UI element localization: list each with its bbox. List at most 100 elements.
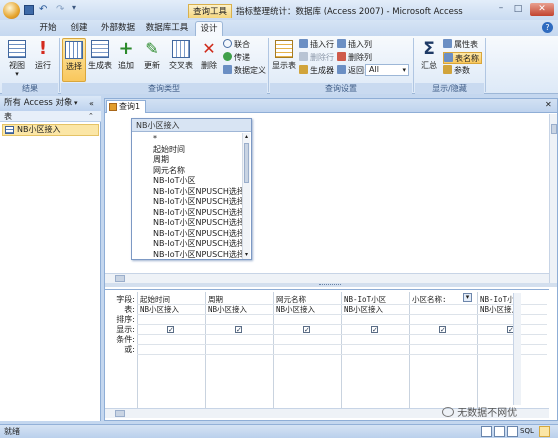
tab-external-data[interactable]: 外部数据 [96,21,140,36]
pivot-table-view-icon[interactable] [494,426,505,437]
tab-home[interactable]: 开始 [33,21,63,36]
close-document-icon[interactable]: ✕ [545,100,552,109]
field-list-item[interactable]: 起始时间 [153,145,185,155]
grid-table-cell[interactable]: NB小区接入 [478,305,514,314]
return-label-group: 返回: [337,65,367,77]
delete-rows-button[interactable]: 删除行 [299,52,334,64]
grid-table-cell[interactable] [410,305,475,314]
show-table-button[interactable]: 显示表 [271,38,297,82]
scroll-thumb[interactable] [244,143,249,183]
office-button[interactable] [3,2,20,19]
maximize-button[interactable]: □ [511,4,525,15]
scroll-thumb[interactable] [115,410,125,417]
grid-field-cell[interactable]: 周期 [206,295,271,304]
select-query-button[interactable]: 选择 [62,38,86,82]
datasheet-view-icon[interactable] [481,426,492,437]
field-list-item[interactable]: 网元名称 [153,166,185,176]
builder-button[interactable]: 生成器 [299,65,334,77]
return-dropdown[interactable]: All ▾ [365,64,409,76]
sql-view-button[interactable]: SQL [520,425,534,438]
show-checkbox[interactable]: ✓ [235,326,242,334]
tab-design[interactable]: 设计 [195,21,223,36]
grid-table-cell[interactable]: NB小区接入 [274,305,339,314]
grid-field-cell[interactable]: NB-IoT小区NPUSCH选 [478,295,514,304]
insert-columns-button[interactable]: 插入列 [337,39,372,51]
nav-pane-header[interactable]: 所有 Access 对象 ▾ « [0,96,101,111]
grid-field-cell[interactable]: NB-IoT小区 [342,295,407,304]
table-field-list[interactable]: NB小区接入 * 起始时间 周期 网元名称 NB-IoT小区 NB-IoT小区NPUSCH… [131,118,252,260]
document-tab[interactable]: 查询1 [106,100,146,113]
show-checkbox[interactable]: ✓ [371,326,378,334]
field-list-item[interactable]: NB-IoT小区NPUSCH选择| [153,229,248,239]
close-button[interactable]: ✕ [530,3,554,16]
scroll-down-icon[interactable]: ▾ [243,251,250,258]
show-checkbox[interactable]: ✓ [167,326,174,334]
insert-rows-button[interactable]: 插入行 [299,39,334,51]
grid-row-divider [137,314,547,315]
design-view-icon[interactable] [539,426,550,437]
quick-access-customize-icon[interactable]: ▾ [72,3,76,12]
totals-button[interactable]: Σ 汇总 [417,38,441,82]
field-dropdown-button[interactable]: ▾ [463,293,472,302]
insert-rows-icon [299,39,308,48]
redo-icon[interactable]: ↷ [56,4,64,15]
collapse-icon[interactable]: ⌃ [88,111,94,122]
field-list-item[interactable]: NB-IoT小区NPUSCH选择| [153,208,248,218]
make-table-label: 生成表 [88,61,112,70]
save-icon[interactable] [24,5,34,15]
field-list-item[interactable]: NB-IoT小区NPUSCH选择| [153,197,248,207]
chevron-down-icon[interactable]: ▾ [74,96,78,111]
delete-columns-button[interactable]: 删除列 [337,52,372,64]
field-list-item[interactable]: * [153,134,157,144]
tab-create[interactable]: 创建 [64,21,94,36]
crosstab-button[interactable]: 交叉表 [166,38,196,82]
nav-item-table[interactable]: NB小区接入 [2,124,99,136]
grid-table-cell[interactable]: NB小区接入 [342,305,407,314]
field-list-item[interactable]: NB-IoT小区NPUSCH选择| [153,250,248,260]
separator [59,38,60,92]
scroll-up-icon[interactable]: ▴ [243,133,250,140]
scroll-thumb[interactable] [115,275,125,282]
field-list-scrollbar[interactable]: ▴ ▾ [242,133,250,259]
upper-vertical-scrollbar[interactable] [549,114,557,287]
field-list-item[interactable]: NB-IoT小区NPUSCH选择| [153,239,248,249]
show-checkbox[interactable]: ✓ [303,326,310,334]
append-button[interactable]: + 追加 [114,38,138,82]
grid-table-cell[interactable]: NB小区接入 [138,305,203,314]
pane-splitter[interactable] [105,283,557,287]
field-list-item[interactable]: NB-IoT小区NPUSCH选择| [153,218,248,228]
union-button[interactable]: 联合 [223,39,250,51]
minimize-button[interactable]: – [494,4,508,15]
grid-field-cell[interactable]: 网元名称 [274,295,339,304]
field-list-item[interactable]: NB-IoT小区 [153,176,196,186]
undo-icon[interactable]: ↶ [39,4,47,15]
shutter-bar-close-icon[interactable]: « [89,96,94,111]
help-icon[interactable]: ? [542,22,553,33]
make-table-button[interactable]: 生成表 [88,38,112,82]
upper-horizontal-scrollbar[interactable] [105,273,549,283]
grid-field-cell[interactable]: 起始时间 [138,295,203,304]
exclamation-icon: ! [38,38,48,59]
pivot-chart-view-icon[interactable] [507,426,518,437]
nav-group-tables[interactable]: 表 ⌃ [0,111,101,122]
property-sheet-button[interactable]: 属性表 [443,39,478,51]
grid-table-cell[interactable]: NB小区接入 [206,305,271,314]
table-names-button[interactable]: 表名称 [443,52,482,64]
pass-through-button[interactable]: 传递 [223,52,250,64]
parameters-button[interactable]: 参数 [443,65,470,77]
update-button[interactable]: ✎ 更新 [140,38,164,82]
run-button[interactable]: ! 运行 [31,38,55,82]
show-checkbox[interactable]: ✓ [439,326,446,334]
view-button[interactable]: 视图 ▾ [5,38,29,82]
data-definition-label: 数据定义 [234,66,266,75]
tab-database-tools[interactable]: 数据库工具 [142,21,192,36]
insert-columns-icon [337,39,346,48]
scroll-thumb[interactable] [551,124,557,134]
delete-query-button[interactable]: ✕ 删除 [197,38,221,82]
grid-vertical-scrollbar[interactable] [513,293,521,405]
data-definition-button[interactable]: 数据定义 [223,65,266,77]
field-list-item[interactable]: NB-IoT小区NPUSCH选择| [153,187,248,197]
field-list-item[interactable]: 周期 [153,155,169,165]
query-design-window: 查询1 ✕ NB小区接入 * 起始时间 周期 网元名称 NB-IoT小区 NB-IoT小区… [104,98,558,421]
separator [485,38,486,92]
